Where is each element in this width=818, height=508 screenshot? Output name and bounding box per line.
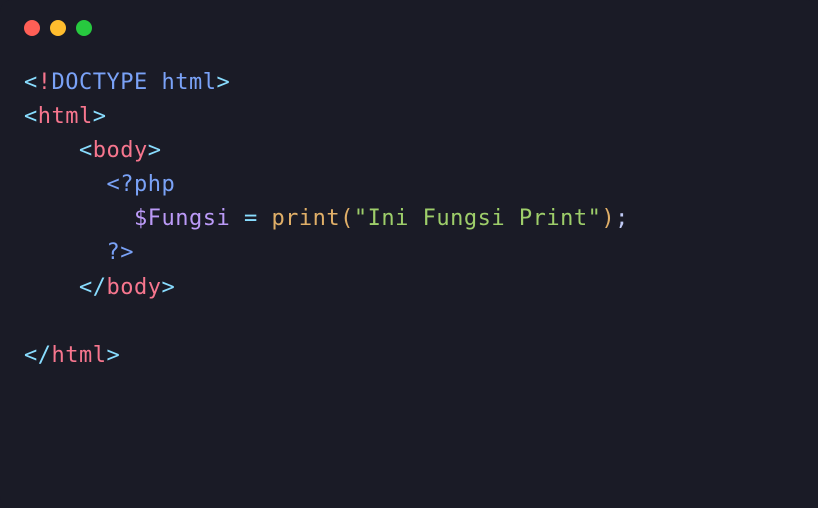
traffic-lights — [24, 20, 794, 36]
minimize-icon[interactable] — [50, 20, 66, 36]
code-line-7: </body> — [24, 275, 175, 300]
code-line-1: <!DOCTYPE html> — [24, 70, 230, 95]
code-block: <!DOCTYPE html> <html> <body> <?php $Fun… — [24, 66, 794, 373]
code-line-5: $Fungsi = print("Ini Fungsi Print"); — [24, 206, 629, 231]
code-line-4: <?php — [24, 172, 175, 197]
code-line-2: <html> — [24, 104, 106, 129]
close-icon[interactable] — [24, 20, 40, 36]
code-line-3: <body> — [24, 138, 161, 163]
code-line-6: ?> — [24, 240, 134, 265]
maximize-icon[interactable] — [76, 20, 92, 36]
code-window: <!DOCTYPE html> <html> <body> <?php $Fun… — [0, 0, 818, 508]
code-line-9: </html> — [24, 343, 120, 368]
